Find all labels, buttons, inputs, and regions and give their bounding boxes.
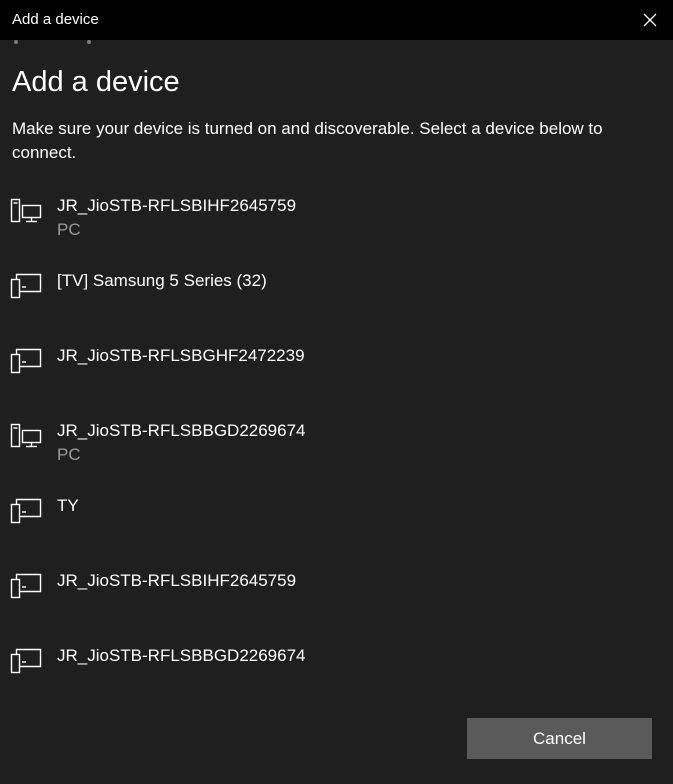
device-item[interactable]: JR_JioSTB-RFLSBBGD2269674 PC xyxy=(0,415,673,490)
device-type: PC xyxy=(57,445,81,464)
device-name: TY xyxy=(57,496,79,515)
device-type: PC xyxy=(57,220,81,239)
progress-dot xyxy=(14,40,18,44)
device-name: JR_JioSTB-RFLSBBGD2269674 xyxy=(57,421,306,440)
device-item[interactable]: JR_JioSTB-RFLSBBGD2269674 xyxy=(0,640,673,715)
instructions-text: Make sure your device is turned on and d… xyxy=(12,119,603,162)
close-button[interactable] xyxy=(627,0,673,40)
pc-icon xyxy=(10,198,42,223)
device-item[interactable]: JR_JioSTB-RFLSBGHF2472239 xyxy=(0,340,673,415)
device-item[interactable]: JR_JioSTB-RFLSBIHF2645759 xyxy=(0,565,673,640)
device-name: JR_JioSTB-RFLSBBGD2269674 xyxy=(57,646,306,665)
display-device-icon xyxy=(10,648,42,674)
page-title: Add a device xyxy=(12,66,180,98)
display-device-icon xyxy=(10,498,42,524)
device-name: [TV] Samsung 5 Series (32) xyxy=(57,271,267,290)
device-name: JR_JioSTB-RFLSBIHF2645759 xyxy=(57,196,297,215)
device-list: JR_JioSTB-RFLSBIHF2645759 PC [TV] Samsun… xyxy=(0,190,673,715)
pc-icon xyxy=(10,423,42,448)
device-name: JR_JioSTB-RFLSBIHF2645759 xyxy=(57,571,297,590)
device-item[interactable]: [TV] Samsung 5 Series (32) xyxy=(0,265,673,340)
progress-dots xyxy=(0,40,673,46)
main-content: Add a device Make sure your device is tu… xyxy=(12,62,652,165)
close-icon xyxy=(643,13,657,27)
display-device-icon xyxy=(10,573,42,599)
display-device-icon xyxy=(10,348,42,374)
progress-dot xyxy=(87,40,91,44)
device-item[interactable]: TY xyxy=(0,490,673,565)
device-item[interactable]: JR_JioSTB-RFLSBIHF2645759 PC xyxy=(0,190,673,265)
title-bar: Add a device xyxy=(0,0,673,40)
display-device-icon xyxy=(10,273,42,299)
device-name: JR_JioSTB-RFLSBGHF2472239 xyxy=(57,346,305,365)
cancel-button[interactable]: Cancel xyxy=(467,718,652,759)
window-title: Add a device xyxy=(12,11,99,28)
